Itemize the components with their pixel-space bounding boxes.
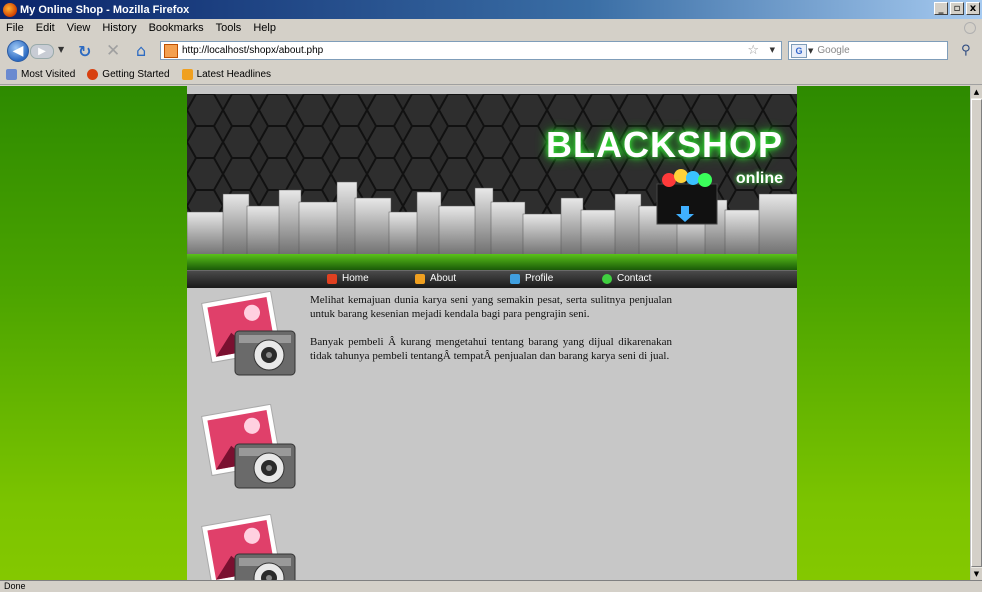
site-banner: BLACKSHOP online: [187, 94, 797, 270]
nav-about-label: About: [430, 273, 457, 284]
about-text: Melihat kemajuan dunia karya seni yang s…: [310, 293, 672, 377]
status-text: Done: [4, 581, 26, 591]
photo-camera-image: [201, 291, 296, 376]
window-title: My Online Shop - Mozilla Firefox: [20, 3, 190, 16]
nav-profile-label: Profile: [525, 273, 554, 284]
maximize-button[interactable]: ▫: [950, 2, 964, 15]
shopping-bag-logo: [656, 169, 718, 225]
nav-profile[interactable]: Profile: [510, 273, 553, 284]
photo-camera-image: [201, 404, 296, 489]
menu-bar: File Edit View History Bookmarks Tools H…: [0, 19, 982, 37]
reload-icon[interactable]: ↻: [78, 42, 91, 61]
scroll-thumb[interactable]: [971, 99, 982, 567]
firefox-icon: [3, 2, 17, 17]
about-paragraph-2: Banyak pembeli Â kurang mengetahui tenta…: [310, 336, 672, 362]
engine-dropdown-icon[interactable]: ▼: [808, 47, 813, 55]
firefox-icon: [87, 69, 99, 80]
search-icon[interactable]: ⚲: [961, 43, 971, 58]
nav-about[interactable]: About: [415, 273, 456, 284]
bookmark-latest-headlines[interactable]: Latest Headlines: [181, 69, 272, 80]
favicon-icon: [164, 43, 178, 58]
rss-icon: [181, 69, 193, 80]
brand-logo-text: BLACKSHOP: [545, 124, 783, 165]
banner-art: [187, 94, 797, 270]
menu-history[interactable]: History: [102, 22, 136, 34]
minimize-button[interactable]: _: [934, 2, 948, 15]
window-controls: _ ▫ x: [934, 2, 980, 15]
search-placeholder[interactable]: Google: [817, 45, 849, 56]
url-text[interactable]: http://localhost/shopx/about.php: [182, 45, 323, 56]
brand-subtitle: online: [735, 170, 783, 187]
nav-contact-label: Contact: [617, 273, 652, 284]
bookmark-label: Most Visited: [21, 69, 76, 80]
menu-bookmarks[interactable]: Bookmarks: [149, 22, 204, 34]
home-icon: [327, 273, 337, 284]
bookmark-most-visited[interactable]: Most Visited: [6, 69, 75, 80]
bookmark-label: Getting Started: [102, 69, 170, 80]
scroll-up-icon[interactable]: ▲: [971, 86, 982, 98]
site-container: BLACKSHOP online Home About Profile Cont…: [187, 86, 797, 580]
menu-help[interactable]: Help: [253, 22, 276, 34]
page-viewport: BLACKSHOP online Home About Profile Cont…: [0, 86, 970, 580]
site-nav: Home About Profile Contact: [187, 270, 797, 288]
title-bar: My Online Shop - Mozilla Firefox _ ▫ x: [0, 0, 982, 19]
history-dropdown-icon[interactable]: ▼: [58, 45, 64, 54]
nav-home-label: Home: [342, 273, 369, 284]
menu-view[interactable]: View: [67, 22, 91, 34]
menu-tools[interactable]: Tools: [216, 22, 242, 34]
bookmarks-toolbar: Most Visited Getting Started Latest Head…: [0, 65, 982, 85]
bookmark-star-icon[interactable]: ☆: [747, 43, 759, 58]
nav-home[interactable]: Home: [327, 273, 369, 284]
status-bar: Done: [0, 580, 982, 592]
search-engine-icon[interactable]: G: [791, 43, 807, 58]
photo-camera-image: [201, 514, 296, 580]
menu-file[interactable]: File: [6, 22, 24, 34]
url-dropdown-icon[interactable]: ▼: [770, 46, 775, 54]
navigation-toolbar: ◀ ▶ ▼ ↻ ✕ ⌂ http://localhost/shopx/about…: [0, 37, 982, 65]
vertical-scrollbar[interactable]: ▲ ▼: [970, 86, 982, 580]
profile-icon: [510, 273, 520, 284]
back-button[interactable]: ◀: [7, 40, 29, 62]
pencil-icon: [415, 273, 425, 284]
throbber-icon: [964, 22, 976, 34]
url-bar[interactable]: http://localhost/shopx/about.php ☆ ▼: [160, 41, 782, 60]
stop-icon[interactable]: ✕: [106, 41, 120, 61]
scroll-down-icon[interactable]: ▼: [971, 568, 982, 580]
contact-icon: [602, 273, 612, 284]
search-bar[interactable]: G ▼ Google: [788, 41, 948, 60]
about-paragraph-1: Melihat kemajuan dunia karya seni yang s…: [310, 294, 672, 320]
nav-contact[interactable]: Contact: [602, 273, 651, 284]
home-button-icon[interactable]: ⌂: [136, 41, 146, 60]
bookmark-label: Latest Headlines: [196, 69, 272, 80]
menu-edit[interactable]: Edit: [36, 22, 55, 34]
most-visited-icon: [6, 69, 17, 80]
bookmark-getting-started[interactable]: Getting Started: [87, 69, 170, 80]
close-button[interactable]: x: [966, 2, 980, 15]
forward-button[interactable]: ▶: [30, 44, 54, 59]
